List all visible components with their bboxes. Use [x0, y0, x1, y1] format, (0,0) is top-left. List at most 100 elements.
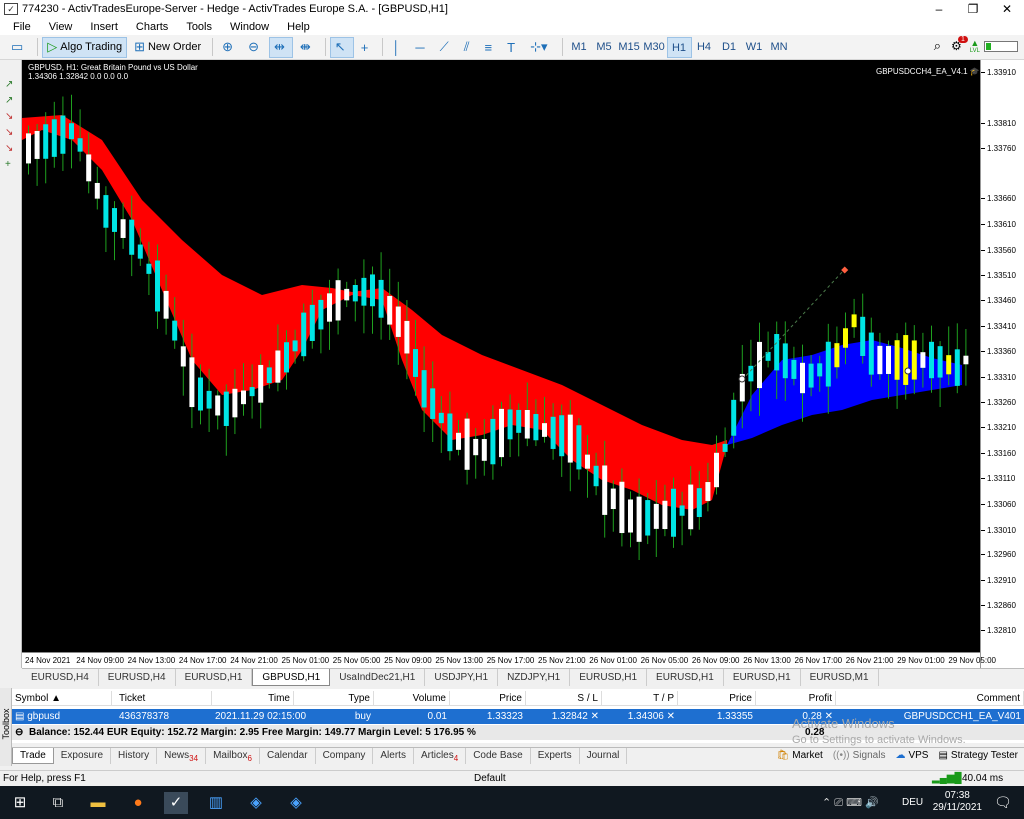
column-header[interactable]: Comment: [836, 691, 1024, 706]
market-button[interactable]: 🛍 Market: [777, 750, 823, 761]
status-ping[interactable]: 40.04 ms: [962, 773, 1003, 784]
menu-tools[interactable]: Tools: [177, 21, 221, 33]
menu-insert[interactable]: Insert: [81, 21, 127, 33]
close-button[interactable]: ✕: [990, 0, 1024, 18]
terminal-icon[interactable]: ▥: [204, 792, 228, 814]
task-view-icon[interactable]: ⧉: [46, 792, 70, 814]
vps-button[interactable]: ☁ VPS: [895, 750, 928, 761]
menu-help[interactable]: Help: [278, 21, 319, 33]
chart-tab[interactable]: GBPUSD,H1: [252, 669, 331, 686]
autoscroll-button[interactable]: ⇼: [295, 37, 319, 58]
chart-shift-button[interactable]: ⇹: [268, 36, 293, 58]
column-header[interactable]: Price: [678, 691, 756, 706]
language-indicator[interactable]: DEU: [902, 797, 923, 808]
metatrader-icon[interactable]: ✓: [164, 792, 188, 814]
zoom-out-button[interactable]: ⊖: [243, 37, 267, 58]
chart-tab[interactable]: UsaIndDec21,H1: [330, 669, 426, 686]
algo-trading-button[interactable]: ▷ Algo Trading: [42, 36, 128, 58]
toolbox-tab[interactable]: Journal: [580, 748, 628, 764]
column-header[interactable]: Ticket: [116, 691, 212, 706]
notification-center-icon[interactable]: 🗨: [994, 794, 1012, 811]
tf-d1[interactable]: D1: [717, 37, 742, 58]
search-icon[interactable]: ⌕: [934, 38, 941, 54]
toolbox-label[interactable]: Toolbox: [0, 688, 12, 766]
text-label-button[interactable]: T: [502, 37, 523, 58]
panel-item-icon[interactable]: ↘: [5, 110, 17, 124]
chart-tab[interactable]: EURUSD,H4: [99, 669, 176, 686]
panel-item-icon[interactable]: ↗: [5, 94, 17, 108]
chart-tab[interactable]: EURUSD,H1: [647, 669, 724, 686]
column-header[interactable]: Volume: [374, 691, 450, 706]
tf-h1[interactable]: H1: [666, 36, 692, 58]
toolbox-tab[interactable]: Company: [316, 748, 374, 764]
chart-tab[interactable]: EURUSD,H1: [176, 669, 253, 686]
toolbox-tab[interactable]: Calendar: [260, 748, 316, 764]
toolbox-tab[interactable]: History: [111, 748, 158, 764]
shapes-button[interactable]: ⊹▾: [525, 37, 555, 58]
time-axis[interactable]: 24 Nov 2021 24 Nov 09:00 24 Nov 13:00 24 No…: [22, 652, 996, 668]
chart-tab[interactable]: EURUSD,H4: [22, 669, 99, 686]
toolbox-tab[interactable]: Code Base: [466, 748, 531, 764]
crosshair-tool-button[interactable]: +: [356, 37, 377, 58]
menu-charts[interactable]: Charts: [127, 21, 177, 33]
menu-window[interactable]: Window: [221, 21, 278, 33]
tray-icons[interactable]: ⌃ ⎚ ⌨ 🔊: [822, 796, 879, 810]
trendline-button[interactable]: ⟋: [435, 37, 457, 58]
lvl-icon[interactable]: ▲ LVL: [970, 38, 980, 54]
tf-mn[interactable]: MN: [767, 37, 792, 58]
file-explorer-icon[interactable]: ▬: [86, 792, 110, 814]
chart-tab[interactable]: USDJPY,H1: [425, 669, 499, 686]
panel-add-icon[interactable]: +: [5, 158, 17, 172]
column-header[interactable]: Profit: [756, 691, 836, 706]
horizontal-line-button[interactable]: ─: [410, 37, 432, 58]
column-header[interactable]: Time: [212, 691, 294, 706]
activtrades-icon[interactable]: ◈: [244, 792, 268, 814]
column-header[interactable]: T / P: [602, 691, 678, 706]
new-chart-button[interactable]: ▭: [6, 37, 31, 58]
zoom-in-button[interactable]: ⊕: [217, 37, 241, 58]
fibonacci-button[interactable]: ≡: [480, 37, 501, 58]
column-header[interactable]: Price: [450, 691, 526, 706]
firefox-icon[interactable]: ●: [126, 792, 150, 814]
toolbox-tab[interactable]: Mailbox6: [206, 748, 260, 764]
menu-file[interactable]: File: [4, 21, 40, 33]
toolbox-tab[interactable]: Alerts: [373, 748, 414, 764]
tf-m1[interactable]: M1: [567, 37, 592, 58]
panel-item-icon[interactable]: ↗: [5, 78, 17, 92]
expert-advisor-label[interactable]: GBPUSDCCH4_EA_V4.1 🎓: [876, 67, 980, 76]
tf-m15[interactable]: M15: [617, 37, 642, 58]
price-axis[interactable]: 1.33910 1.33810 1.33760 1.33660 1.33610 1.335…: [980, 60, 1024, 668]
toolbox-tab[interactable]: News34: [157, 748, 207, 764]
column-header[interactable]: Type: [294, 691, 374, 706]
restore-button[interactable]: ❐: [956, 0, 990, 18]
taskbar-clock[interactable]: 07:38 29/11/2021: [933, 790, 982, 814]
notifications-icon[interactable]: ⚙ 1: [951, 36, 968, 53]
tf-w1[interactable]: W1: [742, 37, 767, 58]
toolbox-tab[interactable]: Trade: [12, 748, 54, 764]
tf-m5[interactable]: M5: [592, 37, 617, 58]
chart-tab[interactable]: NZDJPY,H1: [498, 669, 571, 686]
panel-item-icon[interactable]: ↘: [5, 126, 17, 140]
cursor-tool-button[interactable]: ↖: [329, 36, 354, 58]
panel-item-icon[interactable]: ↘: [5, 142, 17, 156]
tf-m30[interactable]: M30: [642, 37, 667, 58]
toolbox-tab[interactable]: Articles4: [414, 748, 467, 764]
signals-button[interactable]: ((•)) Signals: [833, 750, 886, 761]
tf-h4[interactable]: H4: [692, 37, 717, 58]
chart-tab[interactable]: EURUSD,M1: [801, 669, 879, 686]
strategy-tester-button[interactable]: ▤ Strategy Tester: [938, 750, 1018, 761]
minimize-button[interactable]: –: [922, 0, 956, 18]
chart-tab[interactable]: EURUSD,H1: [724, 669, 801, 686]
activtrades-icon-2[interactable]: ◈: [284, 792, 308, 814]
toolbox-tab[interactable]: Exposure: [54, 748, 112, 764]
new-order-button[interactable]: ⊞ New Order: [129, 37, 206, 58]
price-chart[interactable]: [22, 60, 980, 652]
toolbox-tab[interactable]: Experts: [531, 748, 580, 764]
column-header[interactable]: Symbol ▲: [12, 691, 112, 706]
channel-button[interactable]: ⫽: [459, 37, 478, 58]
menu-view[interactable]: View: [40, 21, 82, 33]
expand-icon[interactable]: ⊖: [12, 725, 26, 740]
column-header[interactable]: S / L: [526, 691, 602, 706]
windows-start-icon[interactable]: ⊞: [8, 792, 32, 814]
chart-tab[interactable]: EURUSD,H1: [570, 669, 648, 686]
